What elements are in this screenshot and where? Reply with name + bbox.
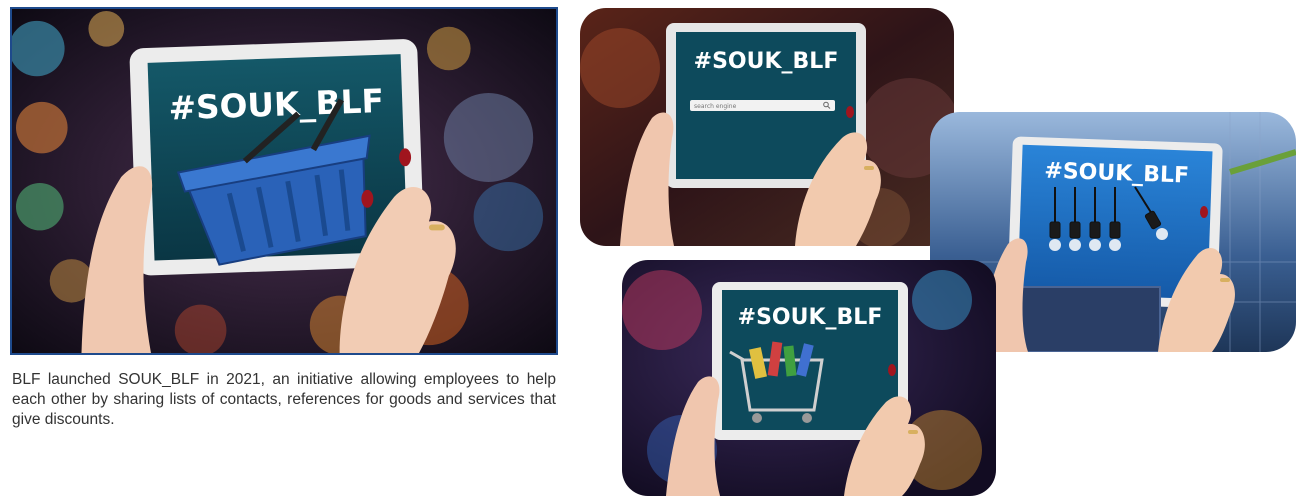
hashtag-label: #SOUK_BLF [1044,159,1190,189]
caption-text: BLF launched SOUK_BLF in 2021, an initia… [12,371,556,428]
hashtag-label: #SOUK_BLF [694,49,839,74]
photo-tablet-basket: #SOUK_BLF [10,7,558,355]
tablet-basket-illustration: #SOUK_BLF [12,9,556,353]
hashtag-label: #SOUK_BLF [738,305,883,330]
tablet-cart-illustration: #SOUK_BLF [622,260,996,496]
photo-tablet-search: #SOUK_BLF search engine [580,8,954,246]
search-placeholder: search engine [694,103,737,110]
tablet-search-illustration: #SOUK_BLF search engine [580,8,954,246]
photo-tablet-cart: #SOUK_BLF [622,260,996,496]
hashtag-label: #SOUK_BLF [168,82,385,127]
